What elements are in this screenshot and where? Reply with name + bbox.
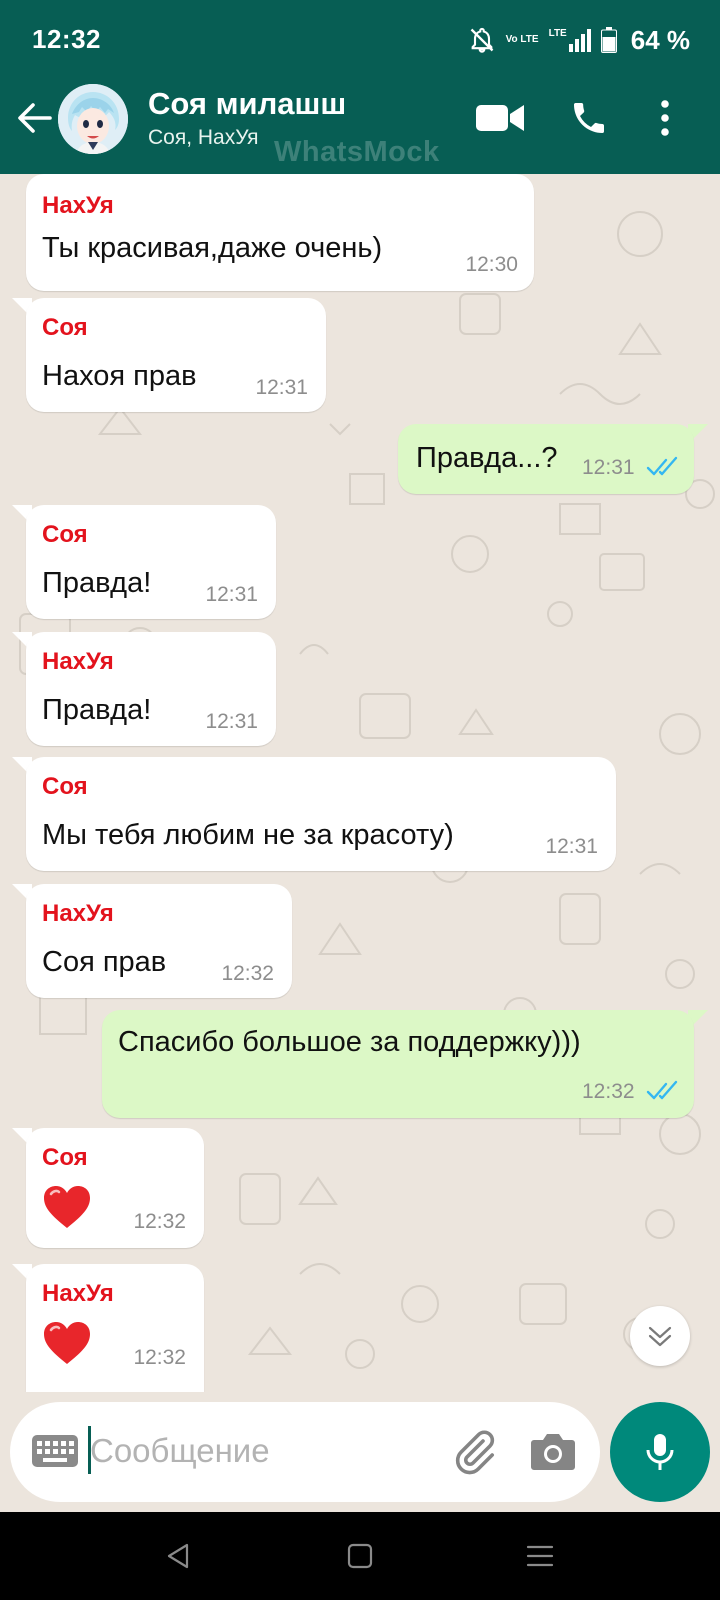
message-input[interactable]: Сообщение [90,1432,270,1470]
volte-icon: Vo LTE [506,35,539,45]
status-time: 12:32 [32,24,101,54]
double-check-icon [646,1080,678,1100]
group-avatar[interactable] [58,84,128,154]
message-sender: НахУя [42,900,114,927]
message-sender: НахУя [42,1280,114,1307]
keyboard-icon[interactable] [32,1435,78,1467]
lte-label: LTE [548,27,567,39]
message-text: Правда...? [416,442,558,474]
chat-header: Соя милашш Соя, НахУя WhatsMock [0,80,720,174]
message-bubble-incoming[interactable]: НахУя Ты красивая,даже очень) 12:30 [26,174,534,291]
nav-recents-button[interactable] [520,1536,560,1576]
message-bubble-incoming[interactable]: НахУя Соя прав 12:32 [26,884,292,998]
nav-home-button[interactable] [340,1536,380,1576]
message-text: Ты красивая,даже очень) [42,232,383,264]
message-sender: Соя [42,773,88,800]
message-time: 12:31 [205,710,258,733]
message-time: 12:31 [255,376,308,399]
message-composer[interactable]: Сообщение [10,1402,600,1502]
paperclip-icon[interactable] [450,1428,498,1476]
message-sender: Соя [42,314,88,341]
message-text: Спасибо большое за поддержку))) [118,1026,581,1058]
message-bubble-incoming[interactable]: Соя Нахоя прав 12:31 [26,298,326,412]
voice-call-button[interactable] [564,98,614,138]
message-time: 12:32 [221,962,274,985]
message-time: 12:32 [133,1210,186,1233]
message-text: Соя прав [42,946,167,978]
video-call-button[interactable] [475,98,525,138]
message-sender: НахУя [42,192,114,219]
square-home-icon [347,1543,373,1569]
message-time: 12:30 [465,253,518,276]
battery-percent: 64 % [630,24,690,55]
menu-lines-icon [526,1545,554,1567]
arrow-left-icon [18,103,52,133]
message-time: 12:31 [205,583,258,606]
anime-avatar-image [58,84,128,154]
phone-icon [574,103,604,133]
app-top-bar: 12:32 Vo LTE LTE 64 % Соя милашш Соя, На… [0,0,720,174]
red-heart-emoji [44,1322,90,1364]
message-text: Правда! [42,694,152,726]
message-text: Мы тебя любим не за красоту) [42,819,454,851]
message-bubble-incoming[interactable]: Соя Правда! 12:31 [26,505,276,619]
message-sender: Соя [42,521,88,548]
group-members[interactable]: Соя, НахУя [148,126,259,150]
scroll-to-bottom-button[interactable] [630,1306,690,1366]
message-text: Нахоя прав [42,360,197,392]
triangle-back-icon [167,1543,189,1569]
message-list[interactable]: НахУя Ты красивая,даже очень) 12:30 Соя … [0,174,720,1392]
message-bubble-incoming[interactable]: НахУя 12:32 [26,1264,204,1392]
message-text: Правда! [42,567,152,599]
voice-message-button[interactable] [610,1402,710,1502]
message-time: 12:31 [582,456,635,479]
status-icons: Vo LTE LTE 64 % [468,22,690,58]
message-bubble-outgoing[interactable]: Правда...? 12:31 [398,424,694,494]
camera-icon[interactable] [530,1430,576,1472]
message-bubble-incoming[interactable]: Соя Мы тебя любим не за красоту) 12:31 [26,757,616,871]
nav-back-button[interactable] [158,1536,198,1576]
message-sender: НахУя [42,648,114,675]
more-vertical-icon [661,100,669,136]
microphone-icon [646,1434,674,1470]
battery-icon [600,27,617,53]
message-bubble-outgoing[interactable]: Спасибо большое за поддержку))) 12:32 [102,1010,694,1118]
message-time: 12:32 [582,1080,635,1103]
status-bar: 12:32 Vo LTE LTE 64 % [0,0,720,80]
message-sender: Соя [42,1144,88,1171]
message-time: 12:32 [133,1346,186,1369]
double-check-icon [646,456,678,476]
message-bubble-incoming[interactable]: НахУя Правда! 12:31 [26,632,276,746]
signal-icon: LTE [548,27,591,52]
more-options-button[interactable] [650,98,680,138]
message-time: 12:31 [545,835,598,858]
volte-label: Vo LTE [505,34,539,45]
system-navigation-bar [0,1512,720,1600]
back-button[interactable] [14,98,54,138]
contact-name[interactable]: Соя милашш [148,86,346,122]
video-camera-icon [476,105,524,131]
message-bubble-incoming[interactable]: Соя 12:32 [26,1128,204,1248]
bell-off-icon [470,27,493,53]
double-chevron-down-icon [648,1326,672,1347]
watermark: WhatsMock [274,136,440,168]
red-heart-emoji [44,1186,90,1228]
